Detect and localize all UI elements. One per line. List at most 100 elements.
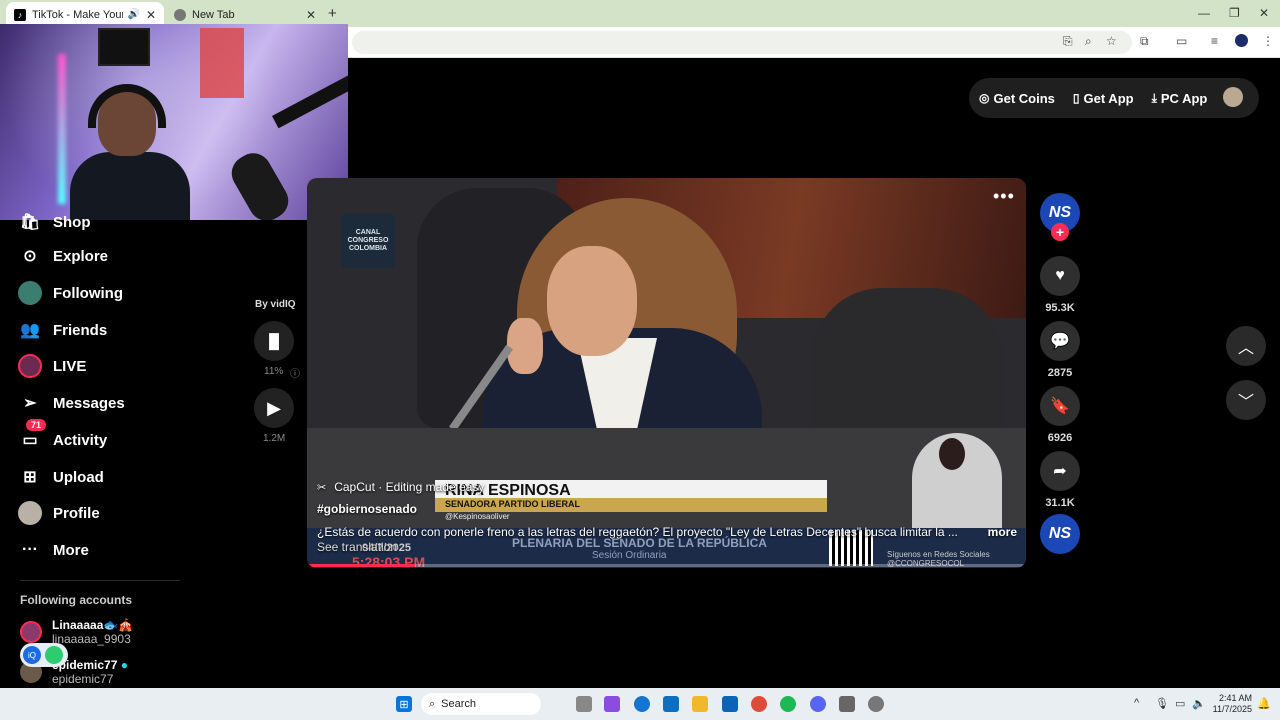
next-video-button[interactable]: ﹀ <box>1226 380 1266 420</box>
search-label: Search <box>441 698 477 710</box>
extensions-icon[interactable]: ⧉ <box>1140 34 1149 49</box>
vidiq-stats-button[interactable]: ▐▌ <box>254 321 294 361</box>
chevron-down-icon: ﹀ <box>1237 394 1254 411</box>
speaker-icon[interactable]: 🔊 <box>127 9 139 20</box>
more-options-icon[interactable]: ••• <box>993 186 1015 207</box>
media-icon[interactable]: ≡ <box>1211 34 1218 48</box>
taskbar-clock[interactable]: 2:41 AM 11/7/2025 <box>1206 693 1252 715</box>
new-tab-icon[interactable]: + <box>328 5 337 22</box>
tiktok-favicon-icon: ♪ <box>14 8 26 21</box>
chrome-icon[interactable] <box>751 696 767 712</box>
copilot-icon[interactable] <box>604 696 620 712</box>
profile-avatar <box>18 501 42 525</box>
friends-icon: 👥 <box>20 322 40 339</box>
app-icon[interactable] <box>839 696 855 712</box>
sidebar-item-profile[interactable]: Profile <box>18 501 100 525</box>
store-icon[interactable] <box>663 696 679 712</box>
volume-icon[interactable]: 🔈 <box>1192 697 1206 710</box>
spotify-icon[interactable] <box>780 696 796 712</box>
account-name: Linaaaaa🐟🎪 <box>52 618 134 632</box>
get-app-button[interactable]: ▯ Get App <box>1073 91 1134 106</box>
outlook-icon[interactable] <box>722 696 738 712</box>
author-avatar-button[interactable]: NS + <box>1040 193 1080 241</box>
sidebar-item-activity[interactable]: ▭ 71 Activity <box>18 419 107 452</box>
hashtag[interactable]: #gobiernosenado <box>317 502 417 516</box>
sidebar-item-live[interactable]: LIVE <box>18 354 86 378</box>
heart-icon: ♥ <box>1040 256 1080 296</box>
comment-button[interactable]: 💬 2875 <box>1040 321 1080 379</box>
more-link[interactable]: more <box>988 525 1017 539</box>
sidebar-item-messages[interactable]: ➢ Messages <box>18 391 125 415</box>
save-button[interactable]: 🔖 6926 <box>1040 386 1080 444</box>
previous-video-button[interactable]: ︿ <box>1226 326 1266 366</box>
close-tab-icon[interactable]: ✕ <box>306 8 316 22</box>
info-icon[interactable]: ⓘ <box>290 365 300 380</box>
cast-icon[interactable]: ▭ <box>1176 34 1187 48</box>
sidebar-item-label: Friends <box>53 321 108 339</box>
sidebar-item-following[interactable]: Following <box>18 281 123 305</box>
windows-start-icon[interactable]: ⊞ <box>396 696 412 712</box>
sidebar-item-shop[interactable]: 🛍 Shop <box>18 210 91 234</box>
capcut-icon: ✂ <box>317 481 327 494</box>
chevron-up-icon: ︿ <box>1237 340 1254 357</box>
vidiq-floating-widget[interactable]: iQ <box>20 643 68 667</box>
minimize-icon[interactable]: — <box>1198 6 1210 20</box>
bookmark-star-icon[interactable]: ☆ <box>1106 34 1117 48</box>
close-window-icon[interactable]: ✕ <box>1259 6 1269 20</box>
profile-icon[interactable] <box>1235 34 1248 47</box>
sidebar-item-label: Explore <box>53 247 109 265</box>
discord-icon[interactable] <box>810 696 826 712</box>
like-button[interactable]: ♥ 95.3K <box>1040 256 1080 314</box>
omnibox[interactable] <box>352 31 1132 54</box>
install-icon[interactable]: ⎘ <box>1063 34 1073 49</box>
sidebar-item-friends[interactable]: 👥 Friends <box>18 318 107 342</box>
sidebar-item-label: Messages <box>53 394 125 412</box>
video-caption: ¿Estás de acuerdo con ponerle freno a la… <box>317 525 1017 539</box>
share-button[interactable]: ➦ 31.1K <box>1040 451 1080 509</box>
sidebar-item-explore[interactable]: ⊙ Explore <box>18 244 108 268</box>
speaker-hand <box>507 318 543 374</box>
streamer <box>70 84 190 220</box>
play-icon: ▶ <box>267 397 281 418</box>
sidebar-item-more[interactable]: ··· More <box>18 538 89 562</box>
zoom-icon[interactable]: ⌕ <box>1085 34 1092 49</box>
close-tab-icon[interactable]: ✕ <box>146 8 156 22</box>
user-avatar[interactable] <box>1223 87 1243 107</box>
account-handle: epidemic77 <box>52 672 114 686</box>
shop-icon: 🛍 <box>19 214 41 231</box>
browser-tab-bar: ♪ TikTok - Make Your Day 🔊 ✕ New Tab ✕ +… <box>0 0 1280 27</box>
channel-logo: CANAL CONGRESO COLOMBIA <box>341 214 395 268</box>
bar-chart-icon: ▐▌ <box>264 333 284 349</box>
menu-icon[interactable]: ⋮ <box>1262 34 1274 48</box>
pc-app-button[interactable]: ⤓ PC App <box>1152 91 1208 106</box>
capcut-link[interactable]: ✂ CapCut · Editing made easy <box>317 480 484 494</box>
edge-icon[interactable] <box>634 696 650 712</box>
get-app-label: Get App <box>1083 90 1134 106</box>
sidebar-item-label: More <box>53 541 89 559</box>
follow-plus-icon[interactable]: + <box>1051 223 1069 241</box>
mic-tray-icon[interactable]: 🎙 <box>1155 697 1169 710</box>
video-player[interactable]: CANAL CONGRESO COLOMBIA ••• RINA ESPINOS… <box>307 178 1026 568</box>
play-button[interactable]: ▶ <box>254 388 294 428</box>
bookmark-icon: 🔖 <box>1040 386 1080 426</box>
obs-icon[interactable] <box>868 696 884 712</box>
see-translation-link[interactable]: See translation <box>317 540 397 554</box>
sidebar-item-label: Following <box>53 284 123 302</box>
get-coins-button[interactable]: ◎ Get Coins <box>979 91 1055 106</box>
download-icon: ⤓ <box>1151 90 1157 105</box>
restore-icon[interactable]: ❐ <box>1229 6 1240 20</box>
music-disc-button[interactable]: NS <box>1040 514 1080 554</box>
clock-date: 11/7/2025 <box>1212 704 1252 714</box>
file-explorer-icon[interactable] <box>692 696 708 712</box>
following-account-item[interactable]: Linaaaaa🐟🎪 linaaaaa_9903 <box>20 618 133 646</box>
headset <box>88 84 166 128</box>
get-coins-label: Get Coins <box>993 90 1055 106</box>
sidebar-item-upload[interactable]: ⊞ Upload <box>18 465 104 489</box>
notification-bell-icon[interactable]: 🔔 <box>1257 697 1271 710</box>
tray-chevron-icon[interactable]: ^ <box>1134 697 1139 709</box>
comment-icon: 💬 <box>1040 321 1080 361</box>
network-icon[interactable]: ▭ <box>1175 697 1185 710</box>
taskbar-search[interactable]: ⌕ Search <box>421 693 541 715</box>
video-progress-bar[interactable] <box>307 564 1026 567</box>
task-view-icon[interactable] <box>576 696 592 712</box>
